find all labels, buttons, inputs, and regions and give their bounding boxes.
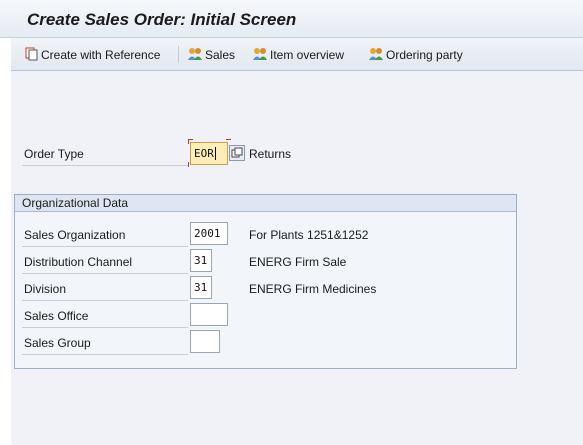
division-description: ENERG Firm Medicines bbox=[249, 282, 377, 296]
ordering-party-label: Ordering party bbox=[386, 48, 463, 62]
sales-office-input[interactable] bbox=[190, 303, 228, 326]
order-type-label: Order Type bbox=[24, 147, 84, 161]
sales-office-label: Sales Office bbox=[24, 309, 89, 323]
item-overview-label: Item overview bbox=[270, 48, 345, 62]
group-heading: Organizational Data bbox=[15, 195, 516, 212]
sales-organization-input[interactable]: 2001 bbox=[190, 222, 228, 245]
order-type-underline bbox=[22, 165, 188, 166]
ordering-party-button[interactable]: Ordering party bbox=[368, 46, 463, 64]
document-copy-icon bbox=[25, 47, 39, 64]
persons-icon bbox=[252, 46, 268, 65]
row-underline bbox=[22, 300, 188, 301]
create-with-reference-label: Create with Reference bbox=[41, 48, 161, 62]
order-type-value: EOR bbox=[194, 147, 214, 160]
focus-corner-bottom-right bbox=[226, 162, 231, 167]
item-overview-button[interactable]: Item overview bbox=[252, 46, 344, 64]
sales-group-label: Sales Group bbox=[24, 336, 91, 350]
row-underline bbox=[22, 327, 188, 328]
sales-group-input[interactable] bbox=[190, 330, 220, 353]
sales-button[interactable]: Sales bbox=[187, 46, 235, 64]
row-underline bbox=[22, 273, 188, 274]
distribution-channel-description: ENERG Firm Sale bbox=[249, 255, 347, 269]
order-type-input[interactable]: EOR bbox=[190, 142, 228, 165]
division-input[interactable]: 31 bbox=[190, 276, 212, 299]
focus-corner-top-right bbox=[226, 139, 231, 144]
sales-organization-description: For Plants 1251&1252 bbox=[249, 228, 369, 242]
persons-icon bbox=[368, 46, 384, 65]
sales-organization-label: Sales Organization bbox=[24, 228, 126, 242]
persons-icon bbox=[187, 46, 203, 65]
row-underline bbox=[22, 246, 188, 247]
window-left-edge bbox=[0, 0, 11, 445]
focus-corner-bottom-left bbox=[188, 162, 193, 167]
row-underline bbox=[22, 354, 188, 355]
distribution-channel-label: Distribution Channel bbox=[24, 255, 133, 269]
focus-corner-top-left bbox=[188, 139, 193, 144]
page-title: Create Sales Order: Initial Screen bbox=[27, 10, 297, 29]
division-label: Division bbox=[24, 282, 67, 296]
application-toolbar: Create with Reference Sales Item overvie… bbox=[11, 38, 583, 71]
value-help-button[interactable] bbox=[229, 145, 245, 161]
toolbar-separator bbox=[178, 46, 179, 63]
create-with-reference-button[interactable]: Create with Reference bbox=[25, 46, 160, 64]
value-help-icon bbox=[229, 145, 245, 161]
title-bar: Create Sales Order: Initial Screen bbox=[0, 0, 583, 38]
sales-label: Sales bbox=[205, 48, 236, 62]
distribution-channel-input[interactable]: 31 bbox=[190, 249, 212, 272]
order-type-description: Returns bbox=[249, 147, 292, 161]
